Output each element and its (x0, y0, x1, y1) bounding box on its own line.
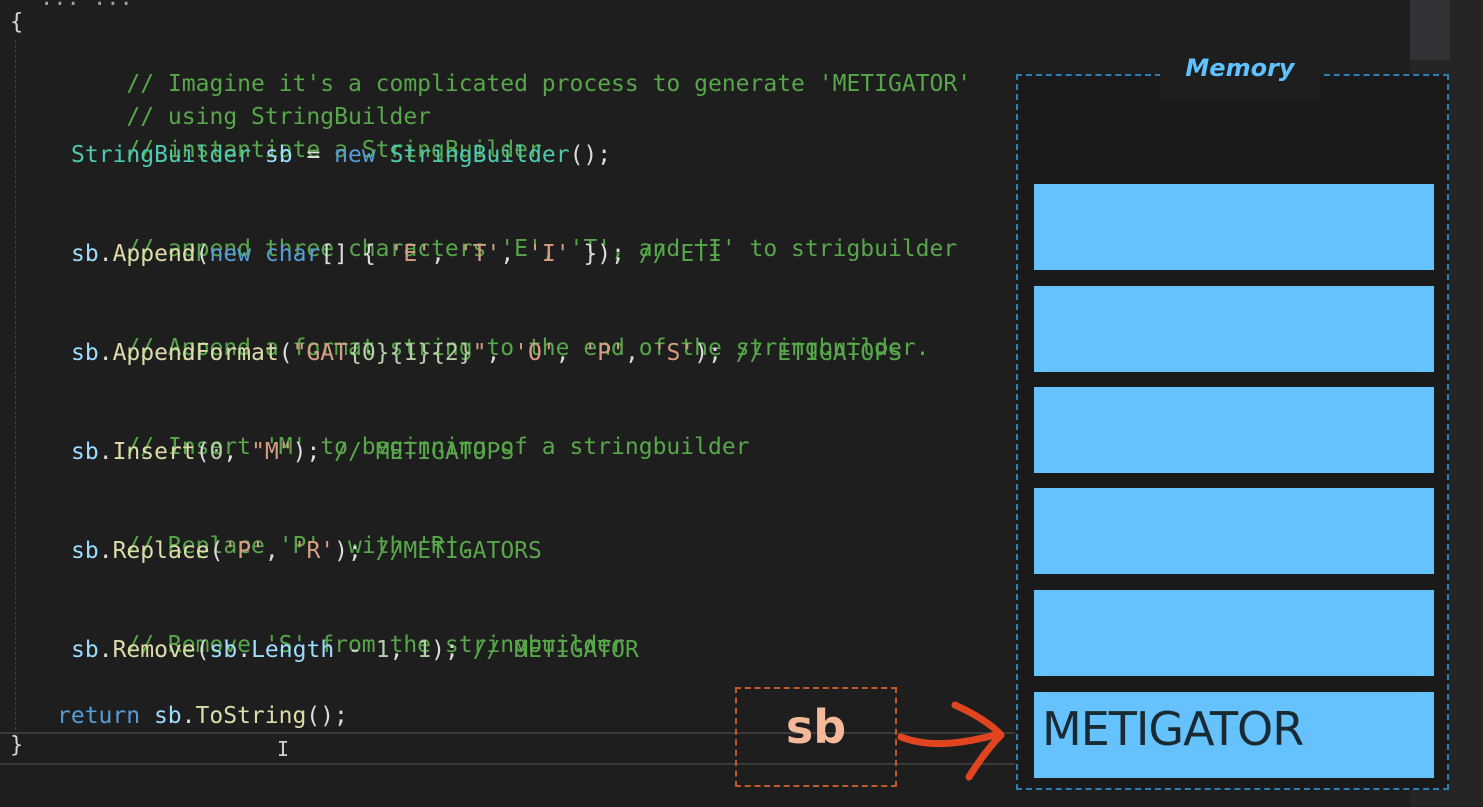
char-literal: 'S' (652, 340, 695, 366)
method-name: ToString (195, 703, 307, 729)
punctuation: ); (292, 439, 321, 465)
punctuation: ); (694, 340, 722, 366)
close-brace: } (10, 733, 24, 758)
memory-cell-metigator: METIGATOR (1034, 692, 1434, 778)
memory-cell (1034, 286, 1434, 372)
object-name: sb (71, 439, 99, 465)
punctuation: . (98, 637, 113, 663)
punctuation: . (98, 340, 113, 366)
string-literal: "M" (251, 439, 293, 465)
char-literal: 'E' (389, 241, 432, 267)
punctuation: (); (306, 703, 348, 729)
memory-cell (1034, 387, 1434, 473)
method-name: Append (112, 241, 196, 267)
memory-cell (1034, 590, 1434, 676)
punctuation: , (624, 340, 653, 366)
punctuation: . (98, 538, 113, 564)
char-literal: 'P' (223, 538, 265, 564)
punctuation: (); (569, 142, 612, 168)
keyword: return (57, 703, 141, 729)
punctuation: [] { (320, 241, 390, 267)
comment-text: // ETIGATOPS (721, 340, 902, 366)
text-cursor-icon: I (277, 737, 290, 761)
punctuation: . (98, 241, 113, 267)
method-name: AppendFormat (112, 340, 279, 366)
code-line-return[interactable]: return sb.ToString(); (57, 702, 348, 730)
keyword: char (264, 241, 321, 267)
code-line-declaration[interactable]: StringBuilder sb = new StringBuilder(); (71, 141, 611, 169)
punctuation: . (181, 703, 196, 729)
number-literal: 1 (417, 637, 432, 663)
punctuation: . (98, 439, 113, 465)
punctuation: ( (195, 439, 210, 465)
type-name: StringBuilder (71, 142, 252, 168)
punctuation: , (486, 340, 515, 366)
char-literal: 'O' (514, 340, 556, 366)
char-literal: 'R' (292, 538, 335, 564)
string-literal: "GAT (292, 340, 348, 366)
comment-text: // ETI (625, 241, 722, 267)
code-line-append[interactable]: sb.Append(new char[] { 'E', 'T', 'I' });… (71, 240, 722, 268)
punctuation: ( (209, 538, 224, 564)
object-name: sb (209, 637, 238, 663)
punctuation: ); (334, 538, 362, 564)
number-literal: 1 (375, 637, 390, 663)
char-literal: 'P' (583, 340, 625, 366)
number-literal: 0 (209, 439, 224, 465)
indent-guide (15, 40, 16, 740)
open-brace: { (10, 10, 24, 35)
punctuation: , (555, 340, 584, 366)
truncated-method-signature: ... ... (40, 0, 133, 11)
object-name: sb (71, 340, 99, 366)
string-literal: " (472, 340, 487, 366)
char-literal: 'I' (528, 241, 570, 267)
char-literal: 'T' (458, 241, 501, 267)
punctuation: ); (431, 637, 459, 663)
code-line-replace[interactable]: sb.Replace('P', 'R'); //METIGATORS (71, 537, 542, 565)
code-line-insert[interactable]: sb.Insert(0, "M"); // METIGATOPS (71, 438, 514, 466)
method-name: Remove (112, 637, 196, 663)
keyword: new (209, 241, 252, 267)
property-name: Length (251, 637, 335, 663)
keyword: new (334, 142, 376, 168)
method-name: Insert (112, 439, 196, 465)
punctuation: ( (195, 637, 210, 663)
memory-cell (1034, 184, 1434, 270)
punctuation: . (237, 637, 252, 663)
object-name: sb (71, 538, 99, 564)
comment-text: //METIGATORS (361, 538, 542, 564)
memory-cell-value: METIGATOR (1042, 702, 1304, 756)
punctuation: , (264, 538, 293, 564)
punctuation: }); (569, 241, 625, 267)
operator: = (306, 142, 321, 168)
comment-text: // METIGATOR (458, 637, 639, 663)
operator: - (334, 637, 376, 663)
method-name: Replace (112, 538, 210, 564)
pointer-arrow-icon (897, 701, 1005, 781)
constructor-name: StringBuilder (389, 142, 570, 168)
code-line-remove[interactable]: sb.Remove(sb.Length - 1, 1); // METIGATO… (71, 636, 639, 664)
punctuation: ( (278, 340, 293, 366)
object-name: sb (153, 703, 182, 729)
comment-text: // METIGATOPS (320, 439, 515, 465)
minimap-thumb[interactable] (1410, 0, 1450, 60)
object-name: sb (71, 241, 99, 267)
format-placeholders: {0}{1}{2} (347, 340, 473, 366)
memory-cell (1034, 488, 1434, 574)
sb-reference-label: sb (785, 700, 847, 754)
punctuation: ( (195, 241, 210, 267)
punctuation: , (431, 241, 459, 267)
object-name: sb (71, 637, 99, 663)
punctuation: , (500, 241, 529, 267)
memory-title: Memory (1160, 50, 1320, 100)
variable-name: sb (264, 142, 293, 168)
code-line-appendformat[interactable]: sb.AppendFormat("GAT{0}{1}{2}", 'O', 'P'… (71, 339, 902, 367)
punctuation: , (223, 439, 252, 465)
punctuation: , (389, 637, 418, 663)
